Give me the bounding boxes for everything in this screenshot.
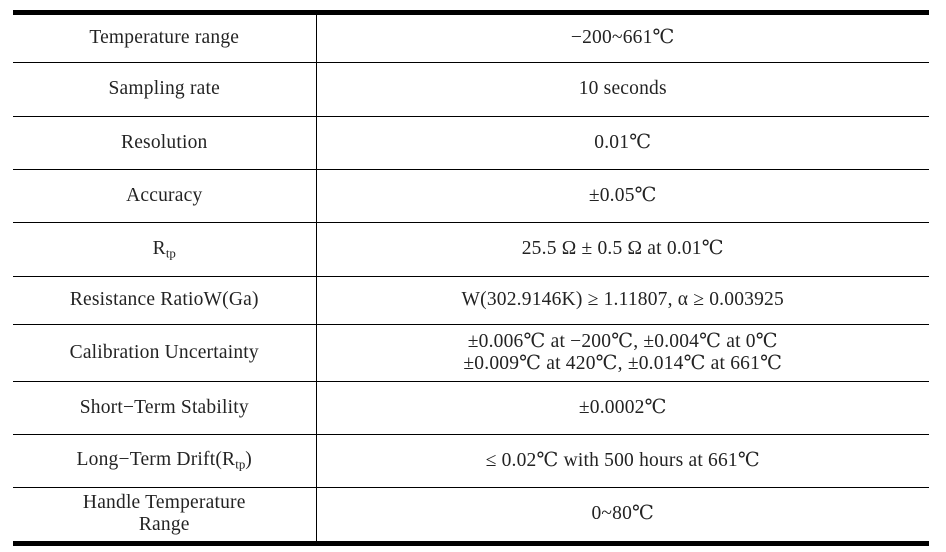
table-row: Short−Term Stability ±0.0002℃ (13, 381, 929, 435)
specification-table: Temperature range −200~661℃ Sampling rat… (13, 10, 929, 546)
parameter-label: Resistance RatioW(Ga) (69, 289, 259, 311)
table-row: Accuracy ±0.05℃ (13, 169, 929, 223)
specification-table-container: Temperature range −200~661℃ Sampling rat… (13, 10, 929, 546)
value-text: ±0.0002℃ (578, 396, 667, 418)
table-row: Sampling rate 10 seconds (13, 62, 929, 117)
value-text: ±0.05℃ (588, 184, 657, 206)
parameter-label: Accuracy (126, 184, 203, 206)
value-cell-handle-temperature-range: 0~80℃ (316, 488, 929, 544)
parameter-label: Sampling rate (108, 78, 220, 100)
parameter-label: Calibration Uncertainty (69, 341, 259, 363)
table-body: Temperature range −200~661℃ Sampling rat… (13, 12, 929, 544)
parameter-cell-sampling-rate: Sampling rate (13, 62, 317, 117)
value-cell-long-term-drift: ≤ 0.02℃ with 500 hours at 661℃ (316, 434, 929, 488)
value-text: ≤ 0.02℃ with 500 hours at 661℃ (485, 449, 760, 471)
value-cell-temperature-range: −200~661℃ (316, 12, 929, 63)
parameter-base: R (152, 237, 166, 259)
parameter-subscript: tp (235, 457, 246, 472)
parameter-cell-handle-temperature-range: Handle Temperature Range (13, 487, 317, 544)
value-text: W(302.9146K) ≥ 1.11807, α ≥ 0.003925 (461, 289, 784, 311)
value-text: 0~80℃ (591, 503, 655, 525)
value-text: 10 seconds (578, 78, 667, 100)
value-text: 25.5 Ω ± 0.5 Ω at 0.01℃ (521, 238, 724, 260)
table-row: Resolution 0.01℃ (13, 116, 929, 170)
parameter-label: Rtp (13, 238, 316, 262)
table-row: Long−Term Drift(Rtp) ≤ 0.02℃ with 500 ho… (13, 434, 929, 488)
parameter-label: Temperature range (89, 27, 240, 49)
table-row: Temperature range −200~661℃ (13, 12, 929, 63)
parameter-cell-short-term-stability: Short−Term Stability (13, 381, 317, 435)
value-text-line-1: ±0.006℃ at −200℃, ±0.004℃ at 0℃ (467, 330, 778, 352)
parameter-cell-accuracy: Accuracy (13, 169, 317, 223)
table-row: Calibration Uncertainty ±0.006℃ at −200℃… (13, 324, 929, 382)
parameter-cell-long-term-drift: Long−Term Drift(Rtp) (13, 434, 317, 488)
parameter-cell-calibration-uncertainty: Calibration Uncertainty (13, 324, 317, 382)
parameter-cell-resistance-ratio: Resistance RatioW(Ga) (13, 276, 317, 325)
value-cell-rtp: 25.5 Ω ± 0.5 Ω at 0.01℃ (316, 222, 929, 277)
parameter-cell-resolution: Resolution (13, 116, 317, 170)
parameter-cell-temperature-range: Temperature range (13, 12, 317, 63)
parameter-subscript: tp (165, 246, 176, 261)
value-cell-resistance-ratio: W(302.9146K) ≥ 1.11807, α ≥ 0.003925 (316, 276, 929, 325)
parameter-prefix: Long−Term Drift(R (76, 449, 236, 471)
parameter-label: Short−Term Stability (79, 396, 249, 418)
value-cell-resolution: 0.01℃ (316, 116, 929, 170)
table-row: Rtp 25.5 Ω ± 0.5 Ω at 0.01℃ (13, 222, 929, 277)
value-cell-accuracy: ±0.05℃ (316, 169, 929, 223)
table-row: Handle Temperature Range 0~80℃ (13, 487, 929, 544)
value-text-line-2: ±0.009℃ at 420℃, ±0.014℃ at 661℃ (463, 352, 783, 374)
table-row: Resistance RatioW(Ga) W(302.9146K) ≥ 1.1… (13, 276, 929, 325)
value-text: 0.01℃ (594, 131, 652, 153)
parameter-label-line-1: Handle Temperature (82, 492, 246, 514)
parameter-cell-rtp: Rtp (13, 222, 317, 277)
parameter-suffix: ) (245, 449, 252, 471)
parameter-label: Resolution (120, 131, 208, 153)
parameter-label-line-2: Range (138, 514, 190, 535)
value-cell-calibration-uncertainty: ±0.006℃ at −200℃, ±0.004℃ at 0℃ ±0.009℃ … (316, 324, 929, 382)
parameter-label: Long−Term Drift(Rtp) (13, 449, 316, 473)
value-cell-short-term-stability: ±0.0002℃ (316, 381, 929, 435)
value-cell-sampling-rate: 10 seconds (316, 62, 929, 117)
value-text: −200~661℃ (570, 27, 675, 49)
